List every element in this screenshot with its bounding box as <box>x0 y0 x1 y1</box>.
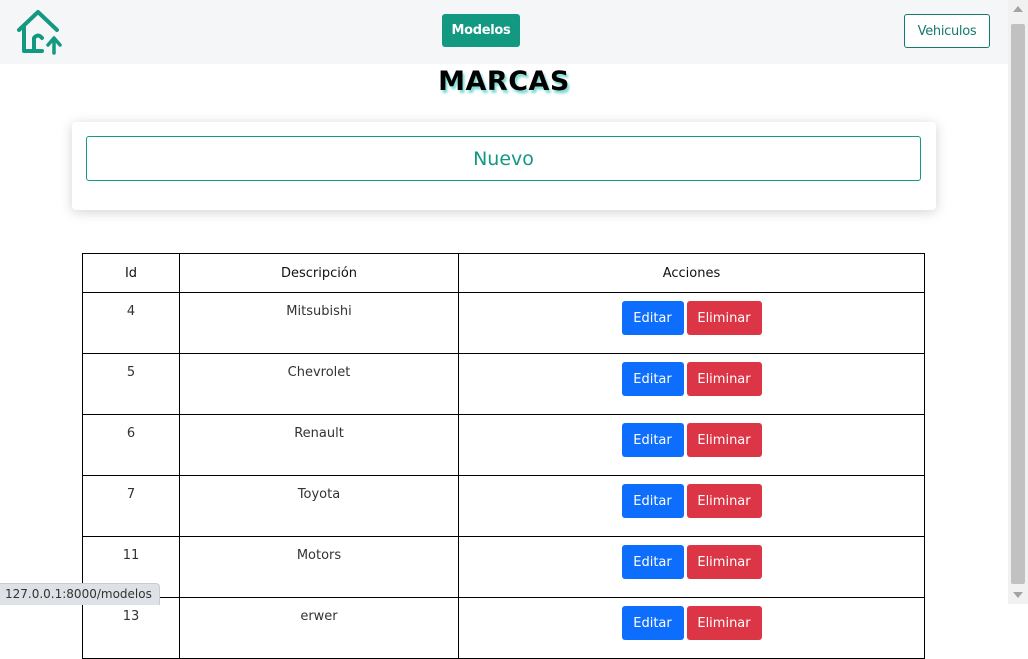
row-id-cell: 5 <box>82 353 180 415</box>
edit-button[interactable]: Editar <box>621 301 684 335</box>
row-actions-cell: Editar Eliminar <box>458 597 925 659</box>
row-description-cell: Renault <box>179 414 459 476</box>
row-description-cell: Motors <box>179 536 459 598</box>
delete-button[interactable]: Eliminar <box>686 606 762 640</box>
table-row: 5 Chevrolet Editar Eliminar <box>82 353 925 415</box>
table-row: 6 Renault Editar Eliminar <box>82 414 925 476</box>
delete-button[interactable]: Eliminar <box>686 301 762 335</box>
row-actions-cell: Editar Eliminar <box>458 414 925 476</box>
table-header-row: Id Descripción Acciones <box>82 253 925 293</box>
row-actions-cell: Editar Eliminar <box>458 475 925 537</box>
row-description-cell: Chevrolet <box>179 353 459 415</box>
new-button[interactable]: Nuevo <box>86 136 921 181</box>
row-actions-cell: Editar Eliminar <box>458 292 925 354</box>
new-brand-card: Nuevo <box>72 122 936 210</box>
table-row: 11 Motors Editar Eliminar <box>82 536 925 598</box>
delete-button[interactable]: Eliminar <box>686 423 762 457</box>
column-header-actions: Acciones <box>458 253 925 293</box>
table-row: 13 erwer Editar Eliminar <box>82 597 925 659</box>
row-description-cell: Mitsubishi <box>179 292 459 354</box>
edit-button[interactable]: Editar <box>621 362 684 396</box>
row-description-cell: erwer <box>179 597 459 659</box>
edit-button[interactable]: Editar <box>621 606 684 640</box>
delete-button[interactable]: Eliminar <box>686 484 762 518</box>
table-row: 4 Mitsubishi Editar Eliminar <box>82 292 925 354</box>
edit-button[interactable]: Editar <box>621 484 684 518</box>
home-arrow-up-icon[interactable] <box>14 8 64 56</box>
column-header-description: Descripción <box>179 253 459 293</box>
brands-table: Id Descripción Acciones 4 Mitsubishi Edi… <box>82 253 925 659</box>
delete-button[interactable]: Eliminar <box>686 362 762 396</box>
navbar: Modelos Vehiculos <box>0 0 1008 64</box>
table-row: 7 Toyota Editar Eliminar <box>82 475 925 537</box>
scroll-down-arrow-icon[interactable] <box>1013 592 1023 598</box>
row-id-cell: 6 <box>82 414 180 476</box>
scrollbar-thumb[interactable] <box>1011 24 1025 584</box>
row-actions-cell: Editar Eliminar <box>458 536 925 598</box>
status-bar-url: 127.0.0.1:8000/modelos <box>0 583 160 605</box>
scroll-up-arrow-icon[interactable] <box>1013 6 1023 12</box>
modelos-button[interactable]: Modelos <box>442 14 520 47</box>
row-id-cell: 4 <box>82 292 180 354</box>
vertical-scrollbar[interactable] <box>1008 0 1028 604</box>
row-actions-cell: Editar Eliminar <box>458 353 925 415</box>
row-id-cell: 7 <box>82 475 180 537</box>
page-title: MARCAS <box>438 66 570 97</box>
delete-button[interactable]: Eliminar <box>686 545 762 579</box>
edit-button[interactable]: Editar <box>621 545 684 579</box>
row-id-cell: 13 <box>82 597 180 659</box>
row-description-cell: Toyota <box>179 475 459 537</box>
edit-button[interactable]: Editar <box>621 423 684 457</box>
column-header-id: Id <box>82 253 180 293</box>
vehiculos-button[interactable]: Vehiculos <box>904 14 990 48</box>
